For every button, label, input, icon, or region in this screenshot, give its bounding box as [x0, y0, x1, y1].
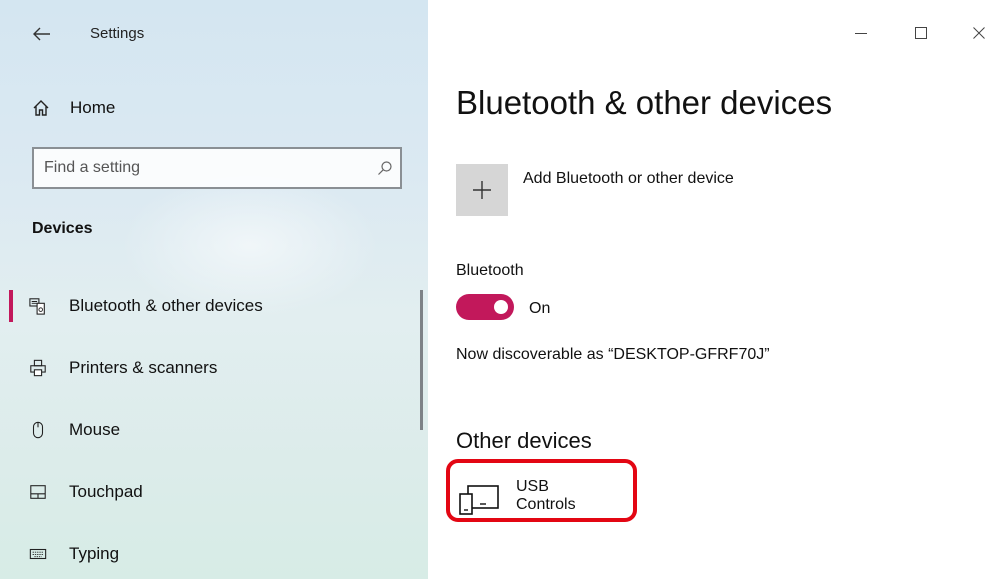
selection-indicator: [9, 290, 13, 322]
device-name: USB Controls: [516, 478, 576, 513]
search-box[interactable]: [32, 147, 402, 189]
add-device-button[interactable]: [456, 164, 508, 216]
close-icon: [973, 27, 985, 39]
printer-icon: [29, 359, 47, 377]
sidebar-item-printers[interactable]: Printers & scanners: [0, 348, 420, 388]
touchpad-icon: [29, 483, 47, 501]
minimize-icon: [855, 33, 867, 34]
bluetooth-devices-icon: [29, 297, 47, 315]
other-devices-heading: Other devices: [456, 428, 592, 453]
device-item-usb-controls[interactable]: USB Controls: [458, 474, 608, 524]
bluetooth-state-label: On: [529, 300, 551, 317]
maximize-icon: [915, 27, 927, 39]
toggle-knob: [494, 300, 508, 314]
mouse-icon: [29, 421, 47, 439]
sidebar-item-mouse[interactable]: Mouse: [0, 410, 420, 450]
sidebar-scrollbar[interactable]: [420, 290, 423, 430]
sidebar-item-label: Bluetooth & other devices: [69, 296, 263, 315]
maximize-button[interactable]: [906, 18, 936, 48]
sidebar: Settings Home Devices Bluetooth & other: [0, 0, 428, 579]
back-button[interactable]: [30, 22, 54, 46]
add-device-label[interactable]: Add Bluetooth or other device: [523, 170, 734, 188]
section-heading-devices: Devices: [32, 220, 93, 237]
discoverable-text: Now discoverable as “DESKTOP-GFRF70J”: [456, 346, 770, 363]
search-input[interactable]: [34, 158, 370, 178]
main-content: Bluetooth & other devices Add Bluetooth …: [428, 0, 1001, 579]
sidebar-item-touchpad[interactable]: Touchpad: [0, 472, 420, 512]
sidebar-item-label: Typing: [69, 544, 120, 563]
home-label: Home: [70, 98, 116, 117]
sidebar-item-bluetooth[interactable]: Bluetooth & other devices: [0, 286, 420, 326]
search-icon[interactable]: [370, 160, 400, 176]
page-title: Bluetooth & other devices: [456, 84, 833, 121]
bluetooth-toggle[interactable]: [456, 294, 514, 320]
bluetooth-label: Bluetooth: [456, 262, 524, 279]
home-nav-item[interactable]: Home: [32, 96, 115, 120]
keyboard-icon: [29, 545, 47, 563]
minimize-button[interactable]: [846, 18, 876, 48]
generic-device-icon: [458, 482, 502, 518]
sidebar-item-label: Touchpad: [69, 482, 143, 501]
sidebar-item-typing[interactable]: Typing: [0, 534, 420, 574]
close-button[interactable]: [964, 18, 994, 48]
plus-icon: [473, 181, 491, 199]
back-arrow-icon: [33, 27, 50, 41]
sidebar-item-label: Printers & scanners: [69, 358, 218, 377]
home-icon: [33, 100, 49, 116]
window-title: Settings: [90, 25, 145, 42]
sidebar-item-label: Mouse: [69, 420, 121, 439]
